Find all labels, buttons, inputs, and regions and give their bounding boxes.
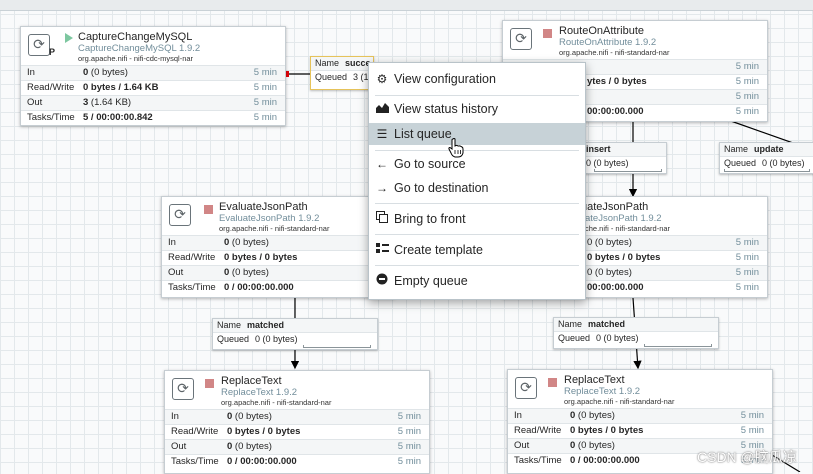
processor-bundle: che.nifi - nifi-standard-nar	[585, 224, 671, 233]
minus-circle-icon	[375, 270, 389, 292]
menu-item-create-template[interactable]: Create template	[369, 239, 585, 261]
stopped-status-icon	[205, 379, 214, 388]
area-chart-icon	[375, 98, 389, 120]
menu-separator	[375, 203, 579, 204]
stopped-status-icon	[204, 205, 213, 214]
processor-name: RouteOnAttribute	[559, 25, 644, 37]
running-status-icon	[65, 33, 73, 43]
stat-row-read-write: Read/Write 0 bytes / 1.64 KB 5 min	[21, 80, 285, 95]
menu-item-view-configuration[interactable]: ⚙ View configuration	[369, 68, 585, 90]
stat-row-read-write: Read/Write 0 bytes / 0 bytes 5 min	[165, 424, 429, 439]
hand-pointer-cursor-icon	[448, 138, 464, 163]
processor-type: EvaluateJsonPath 1.9.2	[219, 213, 320, 224]
processor-evaluate-json-path-left[interactable]: ⟳ EvaluateJsonPath EvaluateJsonPath 1.9.…	[161, 196, 395, 298]
stat-row-tasks-time: Tasks/Time 0 / 00:00:00.000 5 min	[165, 454, 429, 469]
connection-label-update[interactable]: Name update Queued 0 (0 bytes)	[719, 142, 813, 174]
processor-bundle: org.apache.nifi - nifi-standard-nar	[219, 224, 330, 233]
stat-row-tasks-time: Tasks/Time 0 / 00:00:00.000	[162, 280, 394, 295]
stat-row-read-write: Read/Write 0 bytes / 0 bytes 5 min	[508, 423, 772, 438]
processor-icon: ⟳	[172, 378, 194, 400]
stat-row-in: In 0 (0 bytes) 5 min	[21, 65, 285, 80]
processor-name: ReplaceText	[564, 374, 625, 386]
csdn-watermark: CSDN @脑瓜凉	[697, 449, 797, 465]
processor-name: EvaluateJsonPath	[219, 201, 308, 213]
menu-item-bring-to-front[interactable]: Bring to front	[369, 208, 585, 230]
menu-item-empty-queue[interactable]: Empty queue	[369, 270, 585, 292]
processor-stats: In 0 (0 bytes) 5 min Read/Write 0 bytes / 1…	[21, 65, 285, 125]
processor-type: ateJsonPath 1.9.2	[585, 213, 662, 224]
processor-type: CaptureChangeMySQL 1.9.2	[78, 43, 201, 54]
gear-icon: ⚙	[376, 72, 388, 86]
connection-label-insert[interactable]: insert 0 (0 bytes)	[584, 142, 667, 174]
processor-name: CaptureChangeMySQL	[78, 31, 193, 43]
menu-separator	[375, 234, 579, 235]
stat-row-out: Out 0 (0 bytes) 5 min	[165, 439, 429, 454]
processor-name: uateJsonPath	[581, 201, 649, 213]
menu-item-view-status-history[interactable]: View status history	[369, 98, 585, 120]
processor-type: ReplaceText 1.9.2	[221, 387, 298, 398]
menu-separator	[375, 95, 579, 96]
connection-label-matched-left[interactable]: Name matched Queued 0 (0 bytes)	[212, 318, 378, 350]
processor-icon: ⟳	[515, 377, 537, 399]
processor-capture-change-mysql[interactable]: ⟳ P CaptureChangeMySQL CaptureChangeMySQ…	[20, 26, 286, 126]
stat-row-out: Out 3 (1.64 KB) 5 min	[21, 95, 285, 110]
primary-node-badge: P	[49, 47, 56, 57]
stopped-status-icon	[548, 378, 557, 387]
menu-separator	[375, 150, 579, 151]
connection-label-matched-right[interactable]: Name matched Queued 0 (0 bytes)	[553, 317, 719, 349]
stopped-status-icon	[543, 29, 552, 38]
list-icon: ☰	[376, 127, 388, 141]
processor-stats: In 0 (0 bytes) 5 min Read/Write 0 bytes / 0…	[165, 409, 429, 469]
stat-row-in: In 0 (0 bytes)	[162, 235, 394, 250]
processor-bundle: org.apache.nifi - nifi-standard-nar	[221, 398, 332, 407]
processor-icon: ⟳	[28, 34, 50, 56]
processor-icon: ⟳	[169, 204, 191, 226]
stat-row-out: Out 0 (0 bytes)	[162, 265, 394, 280]
arrow-right-icon: →	[376, 181, 388, 195]
processor-stats: In 0 (0 bytes) Read/Write 0 bytes / 0 byte…	[162, 235, 394, 295]
stat-row-tasks-time: Tasks/Time 5 / 00:00:00.842 5 min	[21, 110, 285, 125]
processor-bundle: org.apache.nifi - nifi-cdc-mysql-nar	[78, 54, 194, 63]
menu-item-list-queue[interactable]: ☰ List queue	[369, 123, 585, 145]
processor-replace-text-left[interactable]: ⟳ ReplaceText ReplaceText 1.9.2 org.apac…	[164, 370, 430, 474]
stat-row-read-write: Read/Write 0 bytes / 0 bytes	[162, 250, 394, 265]
bring-front-icon	[375, 208, 389, 230]
template-icon	[375, 239, 389, 261]
connection-context-menu: ⚙ View configuration View status history…	[368, 62, 586, 300]
arrow-left-icon: ←	[376, 157, 388, 171]
processor-type: RouteOnAttribute 1.9.2	[559, 37, 657, 48]
menu-separator	[375, 265, 579, 266]
processor-type: ReplaceText 1.9.2	[564, 386, 641, 397]
menu-item-go-to-destination[interactable]: → Go to destination	[369, 177, 585, 199]
processor-icon: ⟳	[510, 28, 532, 50]
menu-item-go-to-source[interactable]: ← Go to source	[369, 153, 585, 175]
connection-label-success[interactable]: Name succe Queued 3 (1	[310, 56, 374, 90]
stat-row-in: In 0 (0 bytes) 5 min	[165, 409, 429, 424]
processor-bundle: org.apache.nifi - nifi-standard-nar	[564, 397, 675, 406]
processor-name: ReplaceText	[221, 375, 282, 387]
stat-row-in: In 0 (0 bytes) 5 min	[508, 408, 772, 423]
processor-bundle: org.apache.nifi - nifi-standard-nar	[559, 48, 670, 57]
